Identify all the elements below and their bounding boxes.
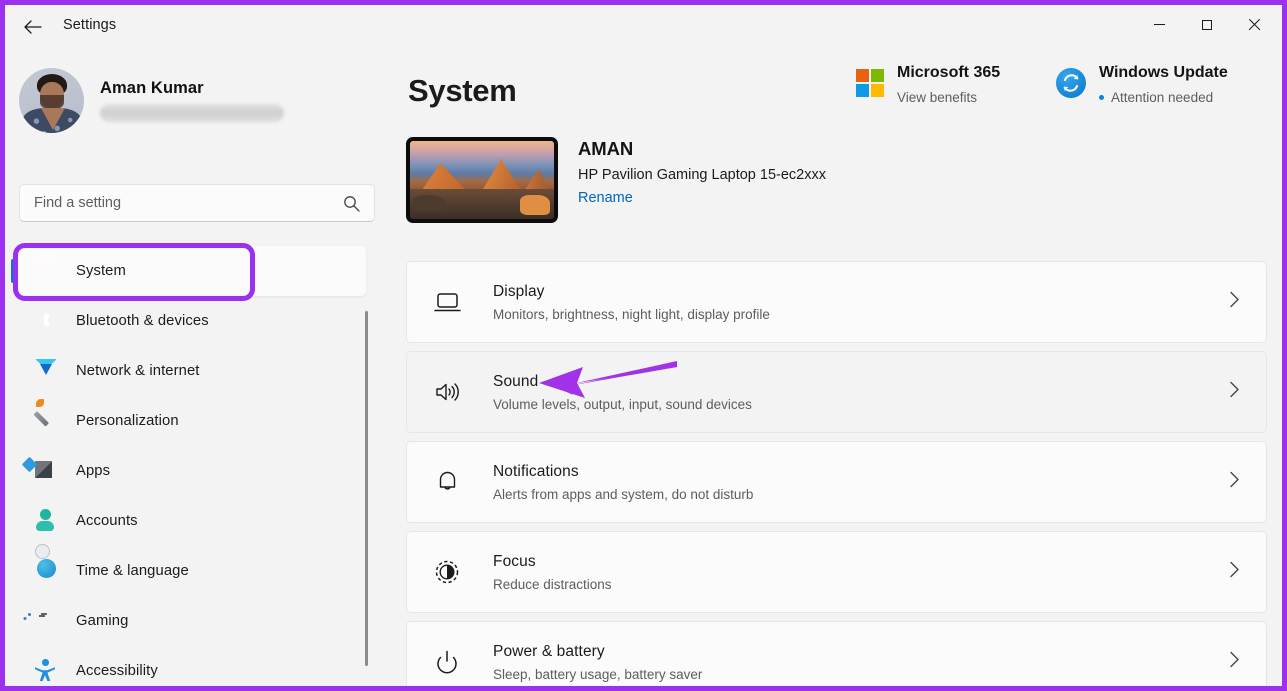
accessibility-icon <box>35 659 59 683</box>
monitor-icon <box>35 259 59 283</box>
sidebar-scrollbar[interactable] <box>365 311 368 666</box>
sidebar-item-label: Gaming <box>76 613 129 629</box>
profile-email-redacted <box>100 104 284 122</box>
settings-card-power-battery[interactable]: Power & battery Sleep, battery usage, ba… <box>406 621 1267 686</box>
sidebar-item-bluetooth-devices[interactable]: Bluetooth & devices <box>17 296 366 346</box>
wifi-icon <box>35 359 59 383</box>
chevron-right-icon <box>1229 471 1240 494</box>
user-profile[interactable]: Aman Kumar <box>19 68 284 133</box>
focus-moon-icon <box>433 558 461 586</box>
gamepad-icon <box>35 609 59 633</box>
card-subtitle: Alerts from apps and system, do not dist… <box>493 486 754 502</box>
windows-update-tile[interactable]: Windows Update Attention needed <box>1056 64 1228 105</box>
sidebar-item-label: Bluetooth & devices <box>76 313 209 329</box>
sidebar-item-label: Accessibility <box>76 663 158 679</box>
windows-update-status: Attention needed <box>1099 90 1228 105</box>
microsoft-365-title: Microsoft 365 <box>897 64 1001 81</box>
maximize-icon <box>1201 19 1212 30</box>
profile-name: Aman Kumar <box>100 79 204 97</box>
sidebar-item-label: Personalization <box>76 413 179 429</box>
search-icon <box>343 195 360 217</box>
sidebar-item-apps[interactable]: Apps <box>17 446 366 496</box>
device-summary: AMAN HP Pavilion Gaming Laptop 15-ec2xxx… <box>406 137 826 223</box>
settings-card-display[interactable]: Display Monitors, brightness, night ligh… <box>406 261 1267 343</box>
rename-link[interactable]: Rename <box>578 190 633 206</box>
device-info: AMAN HP Pavilion Gaming Laptop 15-ec2xxx… <box>578 137 826 206</box>
sidebar-item-time-language[interactable]: L Time & language <box>17 546 366 596</box>
card-subtitle: Monitors, brightness, night light, displ… <box>493 306 770 322</box>
sidebar: Aman Kumar System Bluetooth & devices <box>5 48 380 686</box>
clock-globe-icon: L <box>41 546 45 554</box>
search-input[interactable] <box>34 185 334 221</box>
bell-icon <box>433 468 461 496</box>
sidebar-item-gaming[interactable]: Gaming <box>17 596 366 646</box>
card-title: Display <box>493 282 545 300</box>
card-title: Power & battery <box>493 642 605 660</box>
card-text: Sound Volume levels, output, input, soun… <box>493 373 752 412</box>
sidebar-item-label: Network & internet <box>76 363 200 379</box>
settings-card-sound[interactable]: Sound Volume levels, output, input, soun… <box>406 351 1267 433</box>
speaker-sound-icon <box>433 378 461 406</box>
card-title: Sound <box>493 372 539 390</box>
sidebar-item-label: System <box>76 263 126 279</box>
microsoft-365-text: Microsoft 365 View benefits <box>897 64 1000 105</box>
sidebar-item-system[interactable]: System <box>11 246 366 296</box>
card-subtitle: Volume levels, output, input, sound devi… <box>493 396 752 412</box>
apps-grid-icon <box>35 459 59 483</box>
maximize-button[interactable] <box>1183 5 1230 44</box>
card-text: Focus Reduce distractions <box>493 553 612 592</box>
sidebar-item-network-internet[interactable]: Network & internet <box>17 346 366 396</box>
minimize-icon <box>1154 23 1165 26</box>
avatar <box>19 68 84 133</box>
back-button[interactable] <box>15 12 49 42</box>
title-bar: Settings <box>5 5 1282 48</box>
main-content: System AMAN HP Pavilion Gaming Laptop 15… <box>380 48 1282 686</box>
sidebar-item-accessibility[interactable]: Accessibility <box>17 646 366 686</box>
status-text: Attention needed <box>1111 90 1214 105</box>
minimize-button[interactable] <box>1136 5 1183 44</box>
paintbrush-icon <box>35 409 59 433</box>
update-refresh-icon <box>1056 68 1086 98</box>
display-monitor-icon <box>433 288 461 316</box>
card-text: Power & battery Sleep, battery usage, ba… <box>493 643 702 682</box>
close-button[interactable] <box>1230 5 1277 44</box>
card-text: Notifications Alerts from apps and syste… <box>493 463 753 502</box>
card-text: Display Monitors, brightness, night ligh… <box>493 283 770 322</box>
settings-card-focus[interactable]: Focus Reduce distractions <box>406 531 1267 613</box>
settings-card-notifications[interactable]: Notifications Alerts from apps and syste… <box>406 441 1267 523</box>
sidebar-item-accounts[interactable]: Accounts <box>17 496 366 546</box>
page-title: System <box>408 73 517 108</box>
windows-update-text: Windows Update Attention needed <box>1099 64 1228 105</box>
chevron-right-icon <box>1229 561 1240 584</box>
card-title: Notifications <box>493 462 579 480</box>
card-title: Focus <box>493 552 536 570</box>
chevron-right-icon <box>1229 381 1240 404</box>
device-model: HP Pavilion Gaming Laptop 15-ec2xxx <box>578 167 826 183</box>
sidebar-item-label: Accounts <box>76 513 138 529</box>
desert-wallpaper-thumbnail <box>406 137 558 223</box>
microsoft-365-tile[interactable]: Microsoft 365 View benefits <box>856 64 1000 105</box>
card-subtitle: Reduce distractions <box>493 576 612 592</box>
window-title: Settings <box>63 17 117 33</box>
sidebar-nav-list: System Bluetooth & devices Network & int… <box>5 246 380 686</box>
close-icon <box>1248 19 1260 31</box>
settings-card-list: Display Monitors, brightness, night ligh… <box>406 261 1267 686</box>
sidebar-item-label: Apps <box>76 463 111 479</box>
sidebar-item-personalization[interactable]: Personalization <box>17 396 366 446</box>
card-subtitle: Sleep, battery usage, battery saver <box>493 666 703 682</box>
status-dot <box>1099 95 1104 100</box>
chevron-right-icon <box>1229 651 1240 674</box>
bluetooth-icon <box>35 309 59 333</box>
sidebar-item-label: Time & language <box>76 563 189 579</box>
microsoft-365-subtitle[interactable]: View benefits <box>897 90 1000 105</box>
windows-update-title: Windows Update <box>1099 64 1228 81</box>
profile-text: Aman Kumar <box>100 79 284 122</box>
settings-window: Settings Aman Kumar Find a setting Syste… <box>5 5 1282 686</box>
person-icon <box>35 509 59 533</box>
search-box[interactable] <box>19 184 375 222</box>
power-icon <box>433 648 461 676</box>
chevron-right-icon <box>1229 291 1240 314</box>
device-name: AMAN <box>578 138 634 159</box>
microsoft-logo-icon <box>856 69 884 97</box>
